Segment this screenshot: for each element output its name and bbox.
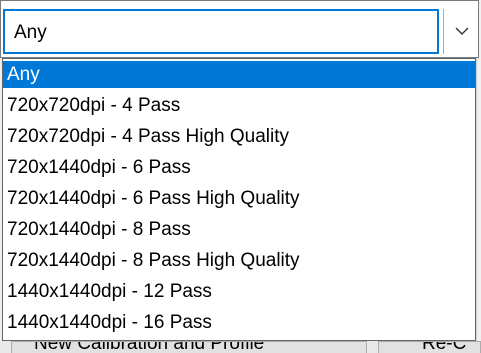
print-mode-combo-screen: Any Any 720x720dpi - 4 Pass 720x720dpi - 4… [0, 0, 481, 353]
new-calibration-and-profile-button[interactable]: New Calibration and Profile [11, 341, 367, 353]
dropdown-option[interactable]: 720x1440dpi - 6 Pass [3, 154, 475, 181]
dropdown-option[interactable]: 720x1440dpi - 8 Pass [3, 216, 475, 243]
chevron-down-icon [455, 27, 468, 35]
background-panel-edge [476, 58, 481, 341]
dropdown-option[interactable]: Any [3, 61, 475, 88]
combo-selected-value: Any [14, 22, 47, 43]
recalibrate-button[interactable]: Re-C [378, 341, 481, 353]
dropdown-option[interactable]: 720x720dpi - 4 Pass [3, 92, 475, 119]
background-button-row: New Calibration and Profile Re-C [0, 341, 481, 353]
combo-focus-frame[interactable]: Any [3, 9, 439, 54]
combo-dropdown-button[interactable] [445, 9, 478, 54]
print-mode-combobox[interactable]: Any [0, 0, 479, 58]
dropdown-option[interactable]: 720x1440dpi - 8 Pass High Quality [3, 247, 475, 274]
dropdown-option[interactable]: 720x720dpi - 4 Pass High Quality [3, 123, 475, 150]
combo-divider [443, 9, 444, 54]
dropdown-option[interactable]: 720x1440dpi - 6 Pass High Quality [3, 185, 475, 212]
new-calibration-button-label: New Calibration and Profile [34, 341, 265, 353]
dropdown-option[interactable]: 1440x1440dpi - 12 Pass [3, 278, 475, 305]
dropdown-list[interactable]: Any 720x720dpi - 4 Pass 720x720dpi - 4 Pas… [2, 58, 476, 341]
dropdown-option[interactable]: 1440x1440dpi - 16 Pass [3, 309, 475, 336]
recalibrate-button-label: Re-C [422, 341, 467, 353]
